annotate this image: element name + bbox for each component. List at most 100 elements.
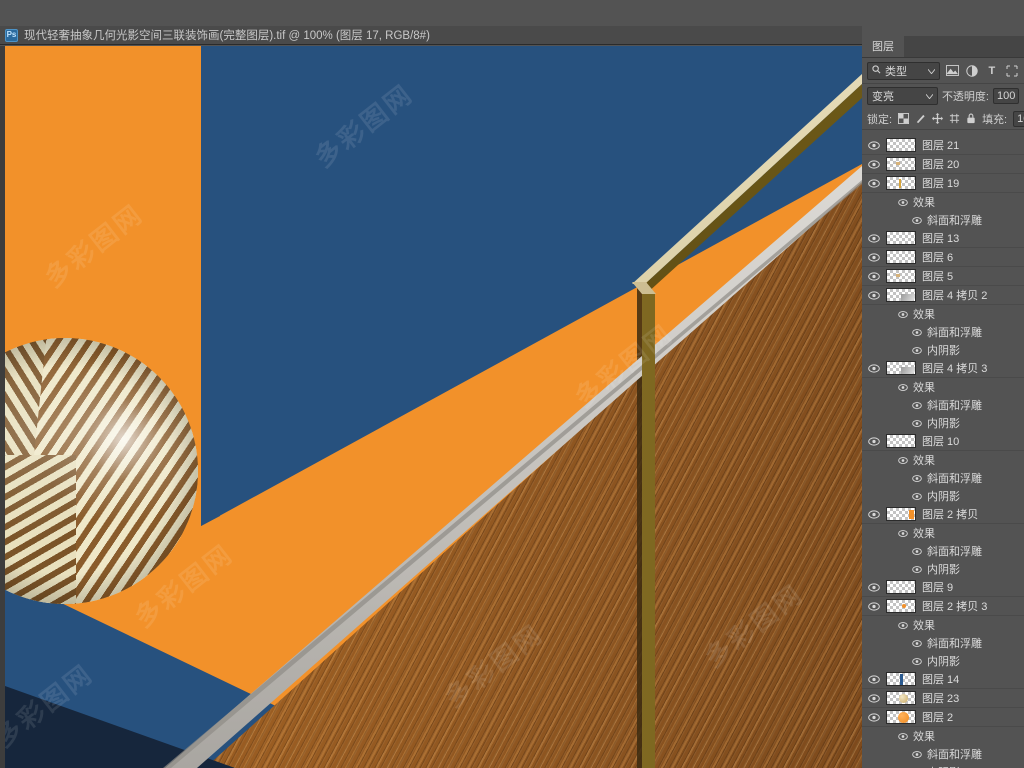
layer-thumbnail[interactable]	[886, 580, 916, 594]
layer-list[interactable]: 图层 21 图层 20 图层 19 效果 斜面和浮雕 图层 13 图层 6 图层 5 图层 4 …	[862, 136, 1024, 768]
layer-thumbnail[interactable]	[886, 361, 916, 375]
effect-visibility-icon[interactable]	[912, 473, 922, 483]
effect-visibility-icon[interactable]	[912, 215, 922, 225]
layer-thumbnail[interactable]	[886, 269, 916, 283]
layer-effect-row[interactable]: 内阴影	[862, 414, 1024, 432]
layer-visibility-icon[interactable]	[868, 435, 880, 447]
layer-row[interactable]: 图层 13	[862, 229, 1024, 248]
effect-visibility-icon[interactable]	[898, 620, 908, 630]
effect-visibility-icon[interactable]	[898, 528, 908, 538]
layer-effect-row[interactable]: 内阴影	[862, 341, 1024, 359]
layer-effect-row[interactable]: 斜面和浮雕	[862, 542, 1024, 560]
layer-effect-row[interactable]: 效果	[862, 451, 1024, 469]
layer-row[interactable]: 图层 2 拷贝 3	[862, 597, 1024, 616]
effect-visibility-icon[interactable]	[898, 197, 908, 207]
layer-row[interactable]: 图层 2 拷贝	[862, 505, 1024, 524]
layer-visibility-icon[interactable]	[868, 270, 880, 282]
layer-effect-row[interactable]: 斜面和浮雕	[862, 745, 1024, 763]
effect-visibility-icon[interactable]	[912, 656, 922, 666]
effect-visibility-icon[interactable]	[912, 400, 922, 410]
layer-effect-row[interactable]: 斜面和浮雕	[862, 396, 1024, 414]
document-tab-bar[interactable]: Ps 现代轻奢抽象几何光影空间三联装饰画(完整图层).tif @ 100% (图…	[0, 26, 890, 45]
layer-row[interactable]: 图层 5	[862, 267, 1024, 286]
lock-artboard-nesting-icon[interactable]	[949, 112, 960, 125]
layer-thumbnail[interactable]	[886, 507, 916, 521]
layer-visibility-icon[interactable]	[868, 251, 880, 263]
effect-visibility-icon[interactable]	[912, 345, 922, 355]
filter-type-icon[interactable]: T	[985, 63, 1000, 78]
layer-visibility-icon[interactable]	[868, 232, 880, 244]
layer-row[interactable]: 图层 19	[862, 174, 1024, 193]
effect-visibility-icon[interactable]	[898, 731, 908, 741]
layer-row[interactable]: 图层 10	[862, 432, 1024, 451]
effect-visibility-icon[interactable]	[898, 382, 908, 392]
layer-row[interactable]: 图层 2	[862, 708, 1024, 727]
effect-visibility-icon[interactable]	[912, 546, 922, 556]
layer-row[interactable]: 图层 21	[862, 136, 1024, 155]
layer-effect-row[interactable]: 斜面和浮雕	[862, 469, 1024, 487]
layer-row[interactable]: 图层 23	[862, 689, 1024, 708]
layer-effect-row[interactable]: 内阴影	[862, 652, 1024, 670]
layer-visibility-icon[interactable]	[868, 362, 880, 374]
filter-pixel-icon[interactable]	[945, 63, 960, 78]
layer-thumbnail[interactable]	[886, 176, 916, 190]
layer-effect-row[interactable]: 内阴影	[862, 487, 1024, 505]
effect-visibility-icon[interactable]	[912, 564, 922, 574]
layer-row[interactable]: 图层 20	[862, 155, 1024, 174]
layer-effect-row[interactable]: 内阴影	[862, 763, 1024, 768]
layer-thumbnail[interactable]	[886, 138, 916, 152]
fill-input[interactable]: 100	[1013, 110, 1024, 127]
layer-effect-row[interactable]: 斜面和浮雕	[862, 211, 1024, 229]
layer-effect-row[interactable]: 效果	[862, 616, 1024, 634]
layer-thumbnail[interactable]	[886, 434, 916, 448]
effect-visibility-icon[interactable]	[912, 491, 922, 501]
filter-shape-icon[interactable]	[1004, 63, 1019, 78]
layer-effect-row[interactable]: 效果	[862, 524, 1024, 542]
layer-row[interactable]: 图层 9	[862, 578, 1024, 597]
effect-visibility-icon[interactable]	[898, 455, 908, 465]
lock-all-icon[interactable]	[966, 112, 976, 125]
layer-effect-row[interactable]: 斜面和浮雕	[862, 323, 1024, 341]
layer-effect-row[interactable]: 内阴影	[862, 560, 1024, 578]
canvas-area[interactable]: 多彩图网 多彩图网 多彩图网 多彩图网 多彩图网 多彩图网 多彩图网	[0, 46, 862, 768]
layer-visibility-icon[interactable]	[868, 508, 880, 520]
layer-thumbnail[interactable]	[886, 231, 916, 245]
layer-thumbnail[interactable]	[886, 157, 916, 171]
lock-position-icon[interactable]	[932, 112, 944, 125]
layer-effect-row[interactable]: 效果	[862, 193, 1024, 211]
effect-visibility-icon[interactable]	[898, 309, 908, 319]
lock-bar[interactable]: 锁定: 填充: 100	[862, 108, 1024, 130]
layer-thumbnail[interactable]	[886, 250, 916, 264]
layer-visibility-icon[interactable]	[868, 289, 880, 301]
lock-transparent-pixels-icon[interactable]	[898, 112, 910, 125]
layer-thumbnail[interactable]	[886, 599, 916, 613]
effect-visibility-icon[interactable]	[912, 749, 922, 759]
filter-adjustment-icon[interactable]	[965, 63, 980, 78]
effect-visibility-icon[interactable]	[912, 638, 922, 648]
filter-kind-select[interactable]: 类型	[867, 61, 940, 80]
layer-visibility-icon[interactable]	[868, 581, 880, 593]
layer-row[interactable]: 图层 4 拷贝 2	[862, 286, 1024, 305]
panel-tab-bar[interactable]: 图层	[862, 35, 1024, 58]
layer-effect-row[interactable]: 效果	[862, 727, 1024, 745]
effect-visibility-icon[interactable]	[912, 418, 922, 428]
blend-mode-bar[interactable]: 变亮 不透明度: 100	[862, 84, 1024, 108]
layer-thumbnail[interactable]	[886, 691, 916, 705]
layer-filter-bar[interactable]: 类型 T	[862, 58, 1024, 84]
blend-mode-select[interactable]: 变亮	[867, 87, 938, 105]
layer-visibility-icon[interactable]	[868, 673, 880, 685]
layer-visibility-icon[interactable]	[868, 692, 880, 704]
layer-visibility-icon[interactable]	[868, 139, 880, 151]
layer-effect-row[interactable]: 效果	[862, 378, 1024, 396]
layer-thumbnail[interactable]	[886, 672, 916, 686]
layer-visibility-icon[interactable]	[868, 711, 880, 723]
layer-effect-row[interactable]: 斜面和浮雕	[862, 634, 1024, 652]
opacity-input[interactable]: 100	[993, 88, 1019, 104]
layer-thumbnail[interactable]	[886, 710, 916, 724]
tab-layers[interactable]: 图层	[862, 35, 904, 57]
layer-visibility-icon[interactable]	[868, 600, 880, 612]
layer-visibility-icon[interactable]	[868, 158, 880, 170]
effect-visibility-icon[interactable]	[912, 327, 922, 337]
layer-visibility-icon[interactable]	[868, 177, 880, 189]
layer-row[interactable]: 图层 4 拷贝 3	[862, 359, 1024, 378]
